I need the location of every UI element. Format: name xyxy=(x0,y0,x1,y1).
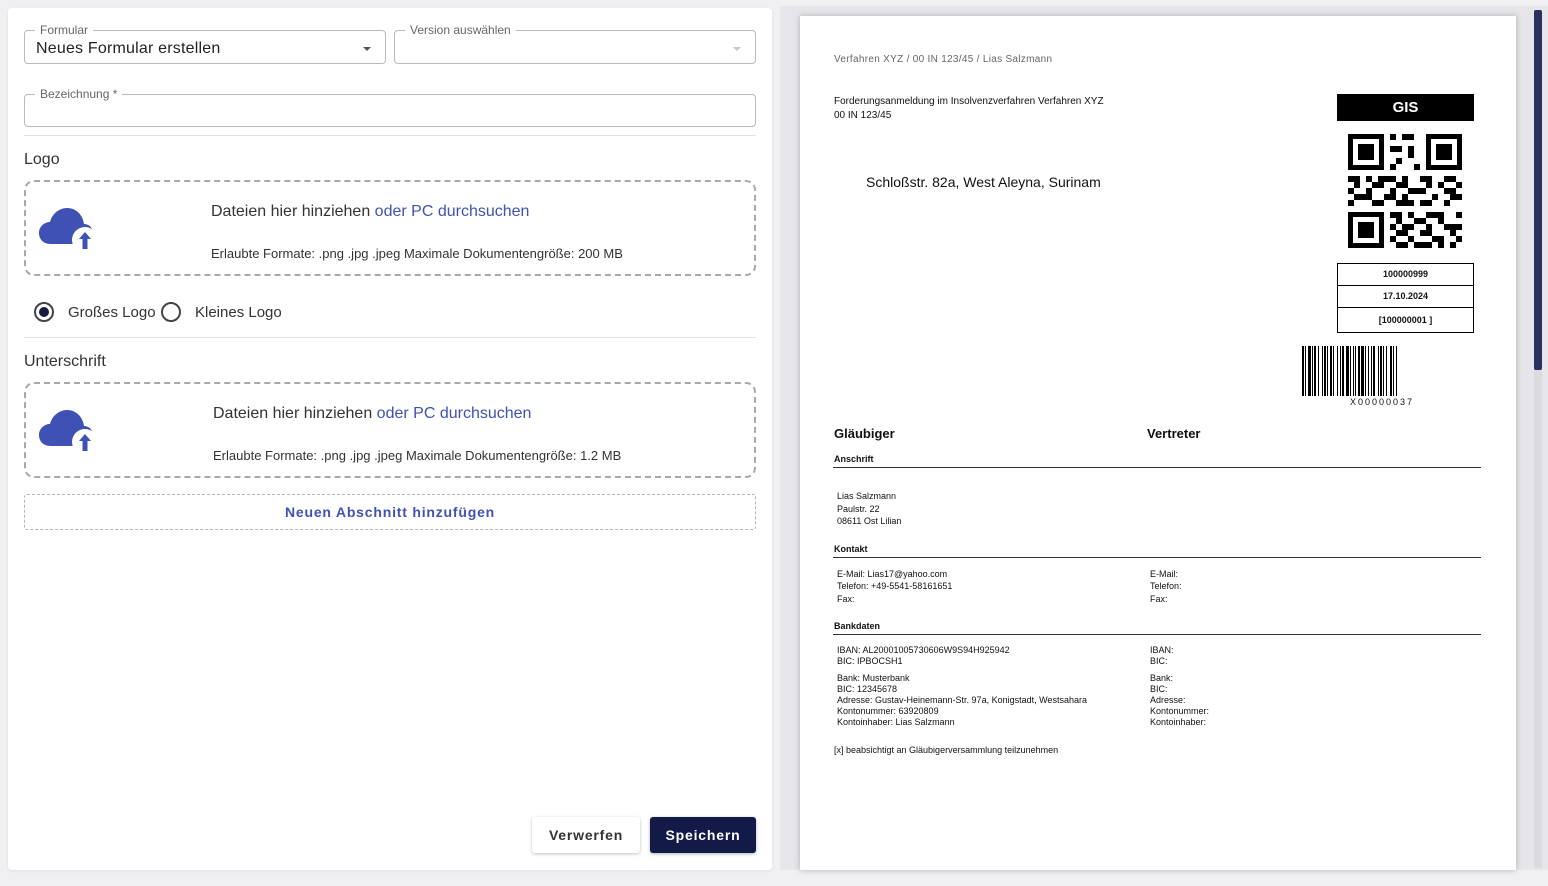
creditor-name: Lias Salzmann xyxy=(837,491,897,501)
holder-right: Kontoinhaber: xyxy=(1150,717,1207,727)
creditor-city: 08611 Ost Lilian xyxy=(837,516,902,526)
signature-dropzone[interactable]: Dateien hier hinziehen oder PC durchsuch… xyxy=(24,382,756,478)
holder-left: Kontoinhaber: Lias Salzmann xyxy=(837,717,955,727)
sec-address: Anschrift xyxy=(834,454,874,464)
divider xyxy=(24,337,756,338)
logo-section-title: Logo xyxy=(24,151,60,168)
signature-formats: Erlaubte Formate: .png .jpg .jpeg Maxima… xyxy=(213,448,622,463)
meeting-note: [x] beabsichtigt an Gläubigerversammlung… xyxy=(834,745,1059,755)
radio-small-logo[interactable] xyxy=(161,302,181,322)
save-button[interactable]: Speichern xyxy=(650,817,756,853)
signature-drop-label: Dateien hier hinziehen xyxy=(213,405,373,422)
bank-left: Bank: Musterbank xyxy=(837,673,910,683)
iban-right: IBAN: xyxy=(1150,645,1174,655)
bank-right: Bank: xyxy=(1150,673,1174,683)
discard-button[interactable]: Verwerfen xyxy=(532,817,640,853)
cloud-upload-icon xyxy=(39,208,98,253)
preview-header: Verfahren XYZ / 00 IN 123/45 / Lias Salz… xyxy=(834,54,1053,65)
document-preview: Verfahren XYZ / 00 IN 123/45 / Lias Salz… xyxy=(800,16,1516,870)
logo-drop-label: Dateien hier hinziehen xyxy=(211,203,371,220)
id-date: 17.10.2024 xyxy=(1338,286,1473,308)
scrollbar-thumb[interactable] xyxy=(1534,10,1542,370)
logo-drop-text: Dateien hier hinziehen oder PC durchsuch… xyxy=(211,203,529,221)
signature-browse-link[interactable]: oder PC durchsuchen xyxy=(377,405,532,422)
signature-section-title: Unterschrift xyxy=(24,353,106,370)
version-select[interactable]: Version auswählen xyxy=(394,23,756,64)
account-left: Kontonummer: 63920809 xyxy=(837,706,939,716)
chevron-down-icon xyxy=(733,47,741,51)
bic2-right: BIC: xyxy=(1150,684,1168,694)
iban-left: IBAN: AL20001005730606W9S94H925942 xyxy=(837,645,1010,655)
formular-select[interactable]: Formular Neues Formular erstellen xyxy=(24,23,386,64)
chevron-down-icon xyxy=(363,47,371,51)
formular-label: Formular xyxy=(35,23,94,37)
qr-code xyxy=(1346,132,1464,250)
barcode xyxy=(1302,346,1397,396)
sec-bank: Bankdaten xyxy=(834,621,881,631)
divider xyxy=(24,135,756,136)
preview-address: Schloßstr. 82a, West Aleyna, Surinam xyxy=(866,174,1101,190)
preview-title-line1: Forderungsanmeldung im Insolvenzverfahre… xyxy=(834,96,1104,107)
phone-left: Telefon: +49-5541-58161651 xyxy=(837,581,953,591)
add-section-button[interactable]: Neuen Abschnitt hinzufügen xyxy=(24,494,756,530)
gis-badge: GIS xyxy=(1337,94,1474,121)
email-right: E-Mail: xyxy=(1150,569,1179,579)
bic-right: BIC: xyxy=(1150,656,1168,666)
col-representative: Vertreter xyxy=(1147,426,1201,441)
id-ref: [100000001 ] xyxy=(1378,315,1433,325)
cloud-upload-icon xyxy=(39,410,98,455)
logo-browse-link[interactable]: oder PC durchsuchen xyxy=(375,203,530,220)
sec-line xyxy=(833,557,1481,558)
bic-left: BIC: IPBOCSH1 xyxy=(837,656,903,666)
formular-value: Neues Formular erstellen xyxy=(36,40,221,57)
fax-left: Fax: xyxy=(837,594,855,604)
fax-right: Fax: xyxy=(1150,594,1168,604)
bank-address-right: Adresse: xyxy=(1150,695,1186,705)
phone-right: Telefon: xyxy=(1150,581,1182,591)
form-editor-panel: Formular Neues Formular erstellen Versio… xyxy=(8,8,772,870)
preview-panel: Verfahren XYZ / 00 IN 123/45 / Lias Salz… xyxy=(780,6,1548,870)
preview-title: Forderungsanmeldung im Insolvenzverfahre… xyxy=(834,95,1104,123)
bezeichnung-label: Bezeichnung * xyxy=(35,87,123,101)
radio-small-logo-label: Kleines Logo xyxy=(195,304,282,321)
sec-line xyxy=(833,634,1481,635)
id-number: 100000999 xyxy=(1338,264,1473,286)
preview-title-line2: 00 IN 123/45 xyxy=(834,110,892,121)
version-label: Version auswählen xyxy=(405,23,516,37)
col-creditor: Gläubiger xyxy=(834,426,895,441)
account-right: Kontonummer: xyxy=(1150,706,1210,716)
email-left: E-Mail: Lias17@yahoo.com xyxy=(837,569,948,579)
barcode-number: X00000037 xyxy=(1350,397,1415,407)
radio-large-logo[interactable] xyxy=(34,302,54,322)
radio-large-logo-label: Großes Logo xyxy=(68,304,156,321)
logo-dropzone[interactable]: Dateien hier hinziehen oder PC durchsuch… xyxy=(24,180,756,276)
id-box: 100000999 17.10.2024 [100000001 ] xyxy=(1337,263,1474,333)
sec-contact: Kontakt xyxy=(834,544,868,554)
signature-drop-text: Dateien hier hinziehen oder PC durchsuch… xyxy=(213,405,531,423)
logo-formats: Erlaubte Formate: .png .jpg .jpeg Maxima… xyxy=(211,246,623,261)
bank-address-left: Adresse: Gustav-Heinemann-Str. 97a, Koni… xyxy=(837,695,1087,705)
creditor-street: Paulstr. 22 xyxy=(837,504,880,514)
sec-line xyxy=(833,467,1481,468)
bezeichnung-input[interactable]: Bezeichnung * xyxy=(24,87,756,127)
bic2-left: BIC: 12345678 xyxy=(837,684,898,694)
